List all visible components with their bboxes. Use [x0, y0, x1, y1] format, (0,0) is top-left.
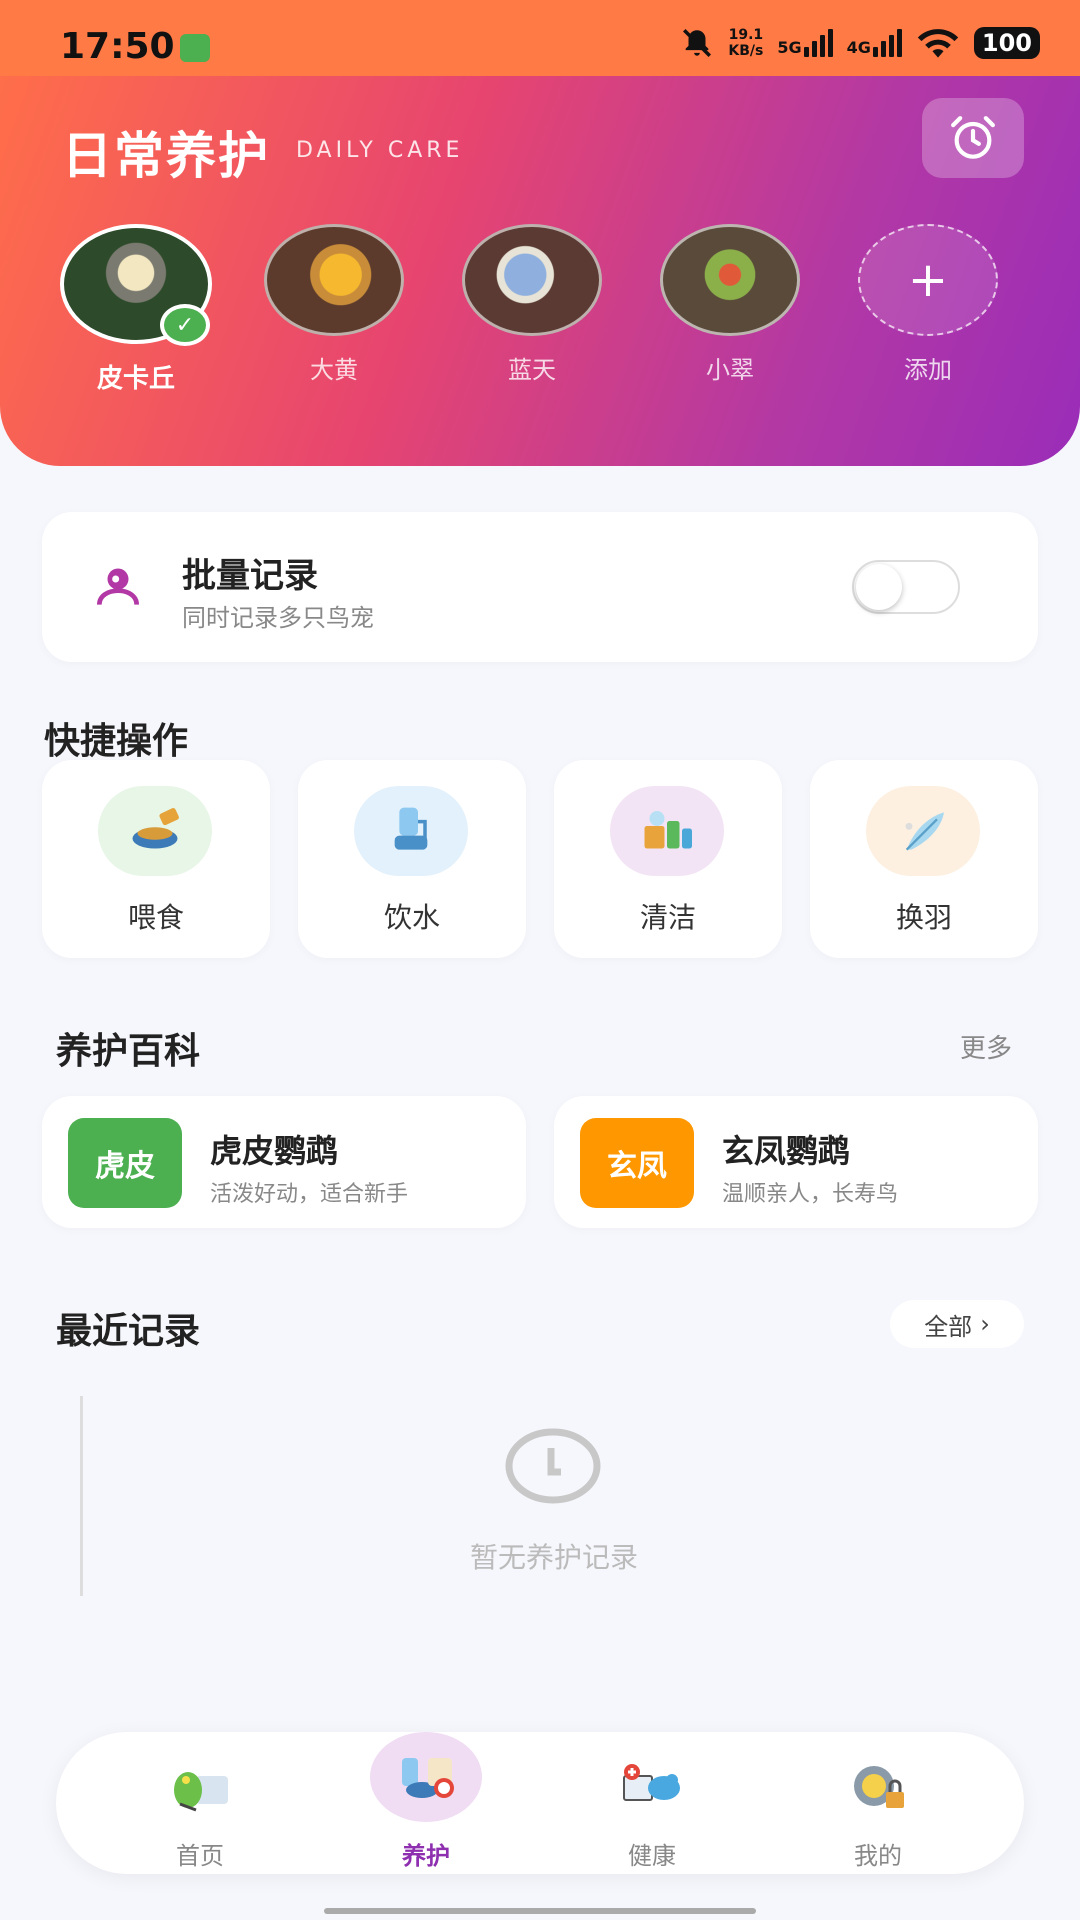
encyclopedia-card-subtitle: 活泼好动，适合新手 [210, 1182, 409, 1207]
encyclopedia-badge: 虎皮 [68, 1118, 182, 1208]
status-time: 17:50 [60, 26, 175, 67]
tab-label: 我的 [854, 1842, 902, 1870]
quick-action-label: 换羽 [895, 901, 952, 934]
encyclopedia-card-title: 玄凤鹦鹉 [722, 1132, 851, 1170]
quick-action-label: 清洁 [639, 901, 696, 934]
encyclopedia-card-title: 虎皮鹦鹉 [210, 1132, 339, 1170]
tab-home[interactable]: 首页 [110, 1732, 290, 1874]
tab-profile[interactable]: 我的 [788, 1732, 968, 1874]
quick-action-label: 饮水 [383, 901, 440, 934]
bottom-tab-bar: 首页 养护 健康 我的 [56, 1732, 1024, 1874]
water-dispenser-icon [354, 786, 468, 876]
pet-avatar [462, 224, 602, 336]
quick-action-clean[interactable]: 清洁 [554, 760, 782, 958]
pet-name: 皮卡丘 [96, 364, 175, 394]
parrot-home-icon [174, 1772, 228, 1812]
clock-icon [505, 1428, 601, 1504]
tab-label: 首页 [176, 1842, 224, 1870]
health-bird-icon [623, 1764, 680, 1801]
toggle-knob [856, 564, 902, 610]
signal-5g-icon: 5G [777, 29, 833, 57]
mute-icon [683, 28, 712, 58]
tab-label: 养护 [402, 1842, 450, 1870]
pet-item-pikachu[interactable]: ✓ 皮卡丘 [56, 224, 216, 395]
pet-item-lantian[interactable]: 蓝天 [452, 224, 612, 385]
quick-action-water[interactable]: 饮水 [298, 760, 526, 958]
food-bowl-icon [98, 786, 212, 876]
selected-check-icon: ✓ [160, 304, 210, 346]
add-pet-button[interactable]: + 添加 [848, 224, 1008, 385]
page-title: 日常养护 [62, 127, 270, 185]
network-speed: 19.1 KB/s [728, 27, 764, 59]
plus-icon: + [858, 224, 998, 336]
tab-health[interactable]: 健康 [562, 1732, 742, 1874]
quick-action-feed[interactable]: 喂食 [42, 760, 270, 958]
tab-care[interactable]: 养护 [336, 1732, 516, 1874]
pet-avatar [264, 224, 404, 336]
header-banner: 日常养护 DAILY CARE ✓ 皮卡丘 大黄 蓝天 小翠 + 添加 [0, 76, 1080, 466]
recent-all-label: 全部 [924, 1312, 973, 1341]
recent-records-title: 最近记录 [56, 1311, 201, 1352]
settings-gear-icon [854, 1766, 904, 1808]
batch-record-toggle[interactable] [852, 560, 960, 614]
pet-name: 小翠 [706, 356, 754, 384]
add-pet-label: 添加 [904, 356, 952, 384]
feather-icon [866, 786, 980, 876]
alarm-clock-icon [951, 116, 995, 159]
home-indicator[interactable] [324, 1908, 756, 1914]
empty-records-text: 暂无养护记录 [469, 1541, 638, 1574]
app-notification-icon [180, 34, 210, 62]
status-indicators: 19.1 KB/s 5G 4G 100 [680, 26, 1040, 60]
pet-item-xiaocui[interactable]: 小翠 [650, 224, 810, 385]
pet-name: 大黄 [310, 356, 358, 384]
tab-label: 健康 [628, 1842, 676, 1870]
encyclopedia-card-subtitle: 温顺亲人，长寿鸟 [722, 1182, 899, 1207]
encyclopedia-badge: 玄凤 [580, 1118, 694, 1208]
pet-item-dahuang[interactable]: 大黄 [254, 224, 414, 385]
alarm-button[interactable] [922, 98, 1024, 178]
encyclopedia-card-cockatiel[interactable]: 玄凤 玄凤鹦鹉 温顺亲人，长寿鸟 [554, 1096, 1038, 1228]
quick-action-molt[interactable]: 换羽 [810, 760, 1038, 958]
quick-action-label: 喂食 [127, 901, 184, 934]
wifi-icon [917, 29, 959, 58]
encyclopedia-title: 养护百科 [56, 1031, 201, 1072]
cleaning-icon [610, 786, 724, 876]
signal-4g-icon: 4G [847, 29, 902, 57]
chevron-right-icon: › [980, 1310, 990, 1338]
pet-selector: ✓ 皮卡丘 大黄 蓝天 小翠 + 添加 [56, 224, 1016, 394]
batch-record-card: 批量记录 同时记录多只鸟宠 [42, 512, 1038, 662]
batch-record-subtitle: 同时记录多只鸟宠 [182, 604, 374, 632]
batch-record-title: 批量记录 [182, 556, 318, 596]
pet-name: 蓝天 [508, 356, 556, 384]
pet-avatar [660, 224, 800, 336]
group-user-icon [97, 568, 139, 605]
encyclopedia-more-link[interactable]: 更多 [960, 1028, 1012, 1065]
quick-actions-title: 快捷操作 [44, 721, 189, 762]
recent-all-button[interactable]: 全部 › [890, 1300, 1024, 1348]
page-subtitle: DAILY CARE [296, 138, 464, 163]
battery-indicator: 100 [973, 27, 1040, 59]
encyclopedia-card-budgie[interactable]: 虎皮 虎皮鹦鹉 活泼好动，适合新手 [42, 1096, 526, 1228]
care-supplies-icon [402, 1758, 454, 1798]
